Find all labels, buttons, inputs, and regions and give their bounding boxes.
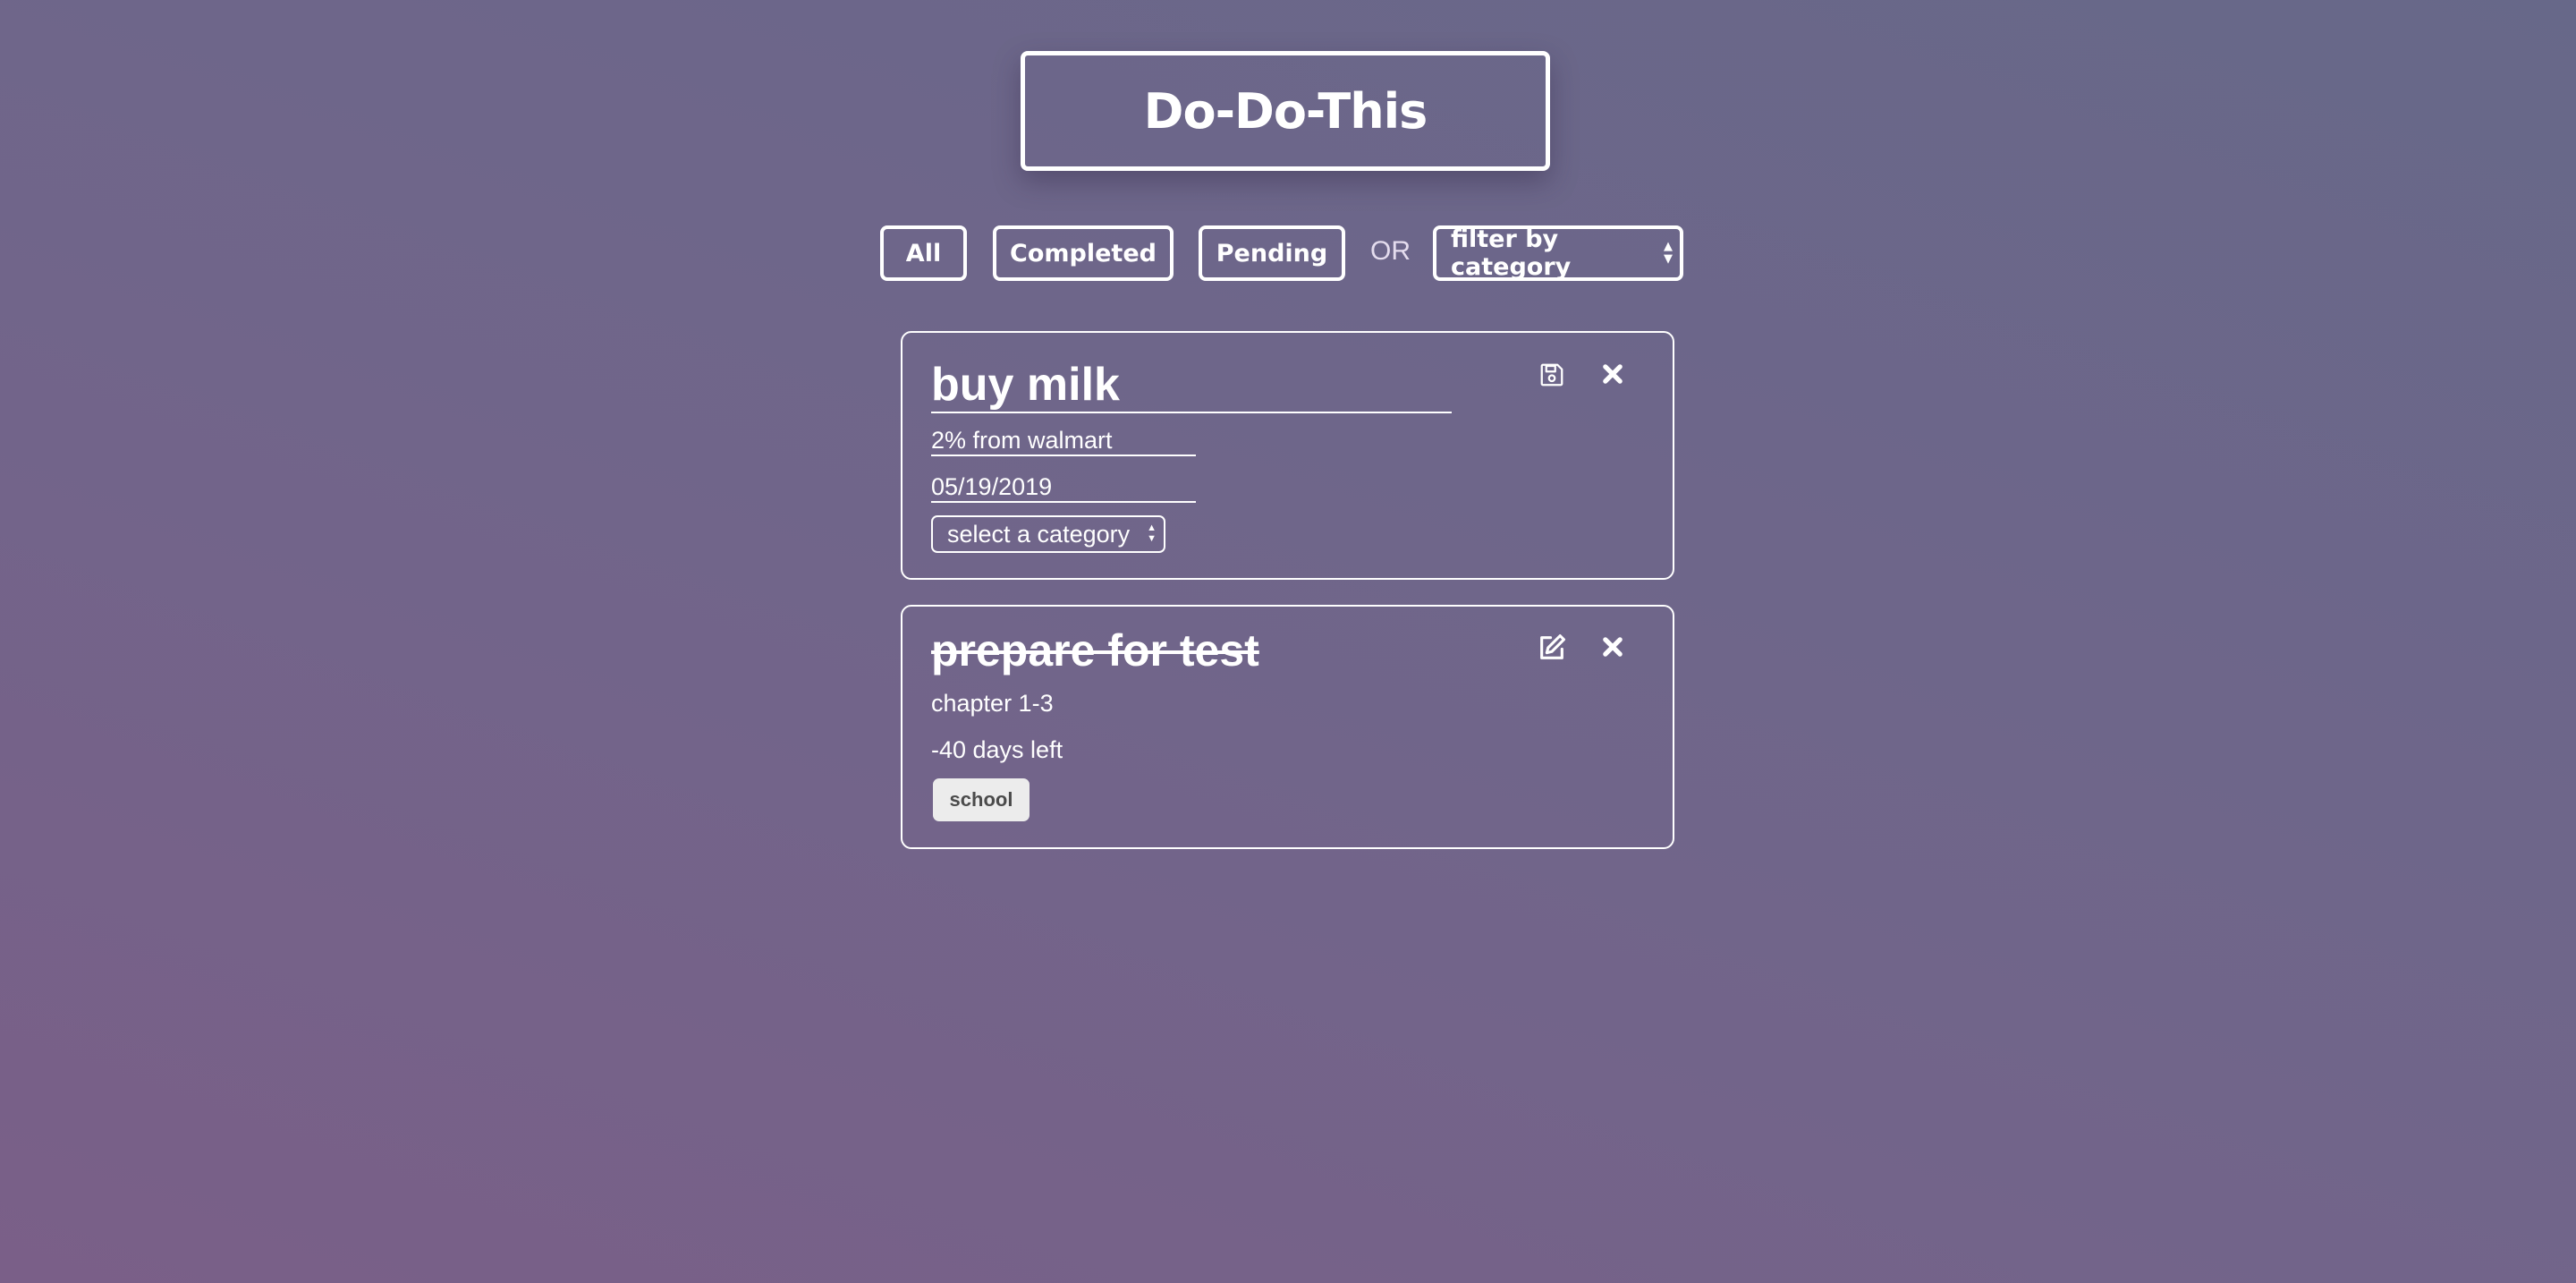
save-icon bbox=[1540, 363, 1563, 387]
todo-title: prepare for test bbox=[931, 625, 1259, 675]
category-filter-select[interactable]: filter by category ▲ ▼ bbox=[1433, 225, 1683, 281]
todo-date-input[interactable]: 05/19/2019 bbox=[931, 475, 1052, 499]
description-input-underline bbox=[931, 455, 1196, 456]
filter-all-button[interactable]: All bbox=[880, 225, 967, 281]
or-separator: OR bbox=[1370, 236, 1411, 266]
filter-pending-button[interactable]: Pending bbox=[1199, 225, 1345, 281]
close-icon bbox=[1603, 364, 1623, 384]
todo-card: prepare for test chapter 1-3 -40 days le… bbox=[901, 605, 1674, 849]
select-arrows-icon: ▲ ▼ bbox=[1147, 523, 1157, 544]
edit-icon bbox=[1540, 633, 1566, 659]
filter-completed-button[interactable]: Completed bbox=[993, 225, 1174, 281]
app-header: Do-Do-This bbox=[1021, 51, 1550, 171]
title-input-underline bbox=[931, 412, 1452, 413]
todo-card: buy milk 2% from walmart 05/19/2019 sele… bbox=[901, 331, 1674, 580]
close-icon bbox=[1603, 637, 1623, 657]
delete-button[interactable] bbox=[1595, 356, 1631, 392]
todo-description: chapter 1-3 bbox=[931, 690, 1054, 717]
delete-button[interactable] bbox=[1595, 629, 1631, 665]
todo-days-left: -40 days left bbox=[931, 736, 1063, 763]
todo-title-input[interactable]: buy milk bbox=[931, 361, 1120, 408]
category-tag: school bbox=[933, 778, 1030, 821]
todo-description-input[interactable]: 2% from walmart bbox=[931, 429, 1113, 453]
category-filter-value: filter by category bbox=[1451, 225, 1572, 281]
select-arrows-icon: ▲ ▼ bbox=[1664, 240, 1673, 266]
category-tag-label: school bbox=[949, 788, 1013, 811]
app-title: Do-Do-This bbox=[1143, 82, 1428, 140]
date-input-underline bbox=[931, 501, 1196, 503]
edit-button[interactable] bbox=[1534, 630, 1570, 666]
todo-category-select[interactable]: select a category ▲ ▼ bbox=[931, 515, 1165, 553]
todo-category-select-value: select a category bbox=[947, 520, 1131, 548]
save-button[interactable] bbox=[1534, 357, 1570, 393]
